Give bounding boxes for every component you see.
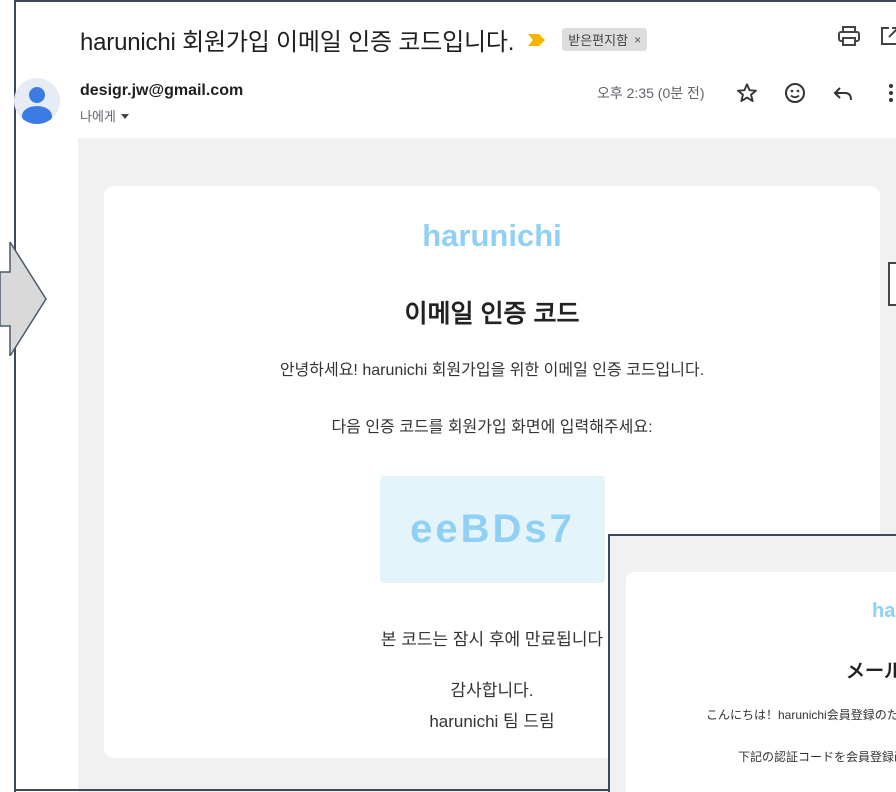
overlay-greeting-text: こんにちは！harunichi会員登録のためのメール認証コードです。: [706, 708, 896, 722]
frame-border-left: [14, 0, 16, 792]
remove-label-button[interactable]: ×: [634, 33, 641, 47]
emoji-reaction-icon[interactable]: [784, 82, 806, 104]
more-vertical-icon[interactable]: [885, 82, 896, 104]
frame-border-bottom: [14, 789, 608, 791]
overlay-brand-name: harunichi: [872, 600, 896, 622]
sender-email[interactable]: desigr.jw@gmail.com: [80, 82, 243, 100]
star-icon[interactable]: [736, 82, 758, 104]
recipient-label: 나에게: [80, 109, 116, 124]
email-timestamp: 오후 2:35 (0분 전): [597, 85, 705, 101]
email-heading: 이메일 인증 코드: [404, 300, 580, 328]
verification-code[interactable]: eeBDs7: [410, 507, 575, 552]
person-icon: [22, 87, 52, 124]
email-subject: harunichi 회원가입 이메일 인증 코드입니다.: [80, 29, 515, 56]
email-subject-row: harunichi 회원가입 이메일 인증 코드입니다. 받은편지함 ×: [80, 22, 648, 57]
recipient-details-toggle[interactable]: 나에게: [80, 106, 130, 125]
verification-code-box: eeBDs7: [380, 476, 605, 583]
overlay-instruction-text: 下記の認証コードを会員登録画面に入力してください。: [738, 750, 896, 764]
right-arrow-icon: [0, 242, 47, 356]
reply-icon[interactable]: [832, 84, 854, 104]
overlay-heading: メールアドレス認証コード: [846, 661, 896, 682]
open-in-new-window-icon[interactable]: [880, 26, 896, 46]
important-marker-icon[interactable]: [528, 33, 546, 47]
partial-element-right: [888, 262, 896, 306]
instruction-text: 다음 인증 코드를 회원가입 화면에 입력해주세요:: [331, 419, 653, 436]
frame-border-top: [14, 0, 896, 2]
greeting-text: 안녕하세요! harunichi 회원가입을 위한 이메일 인증 코드입니다.: [279, 362, 705, 379]
print-icon[interactable]: [838, 26, 860, 46]
japanese-email-preview-overlay: harunichi メールアドレス認証コード こんにちは！harunichi会員…: [608, 534, 896, 792]
inbox-label-text: 받은편지함: [568, 33, 629, 48]
inbox-label-chip[interactable]: 받은편지함 ×: [562, 28, 648, 51]
brand-name: harunichi: [422, 218, 562, 253]
avatar[interactable]: [14, 78, 60, 124]
chevron-down-icon[interactable]: [120, 112, 130, 120]
